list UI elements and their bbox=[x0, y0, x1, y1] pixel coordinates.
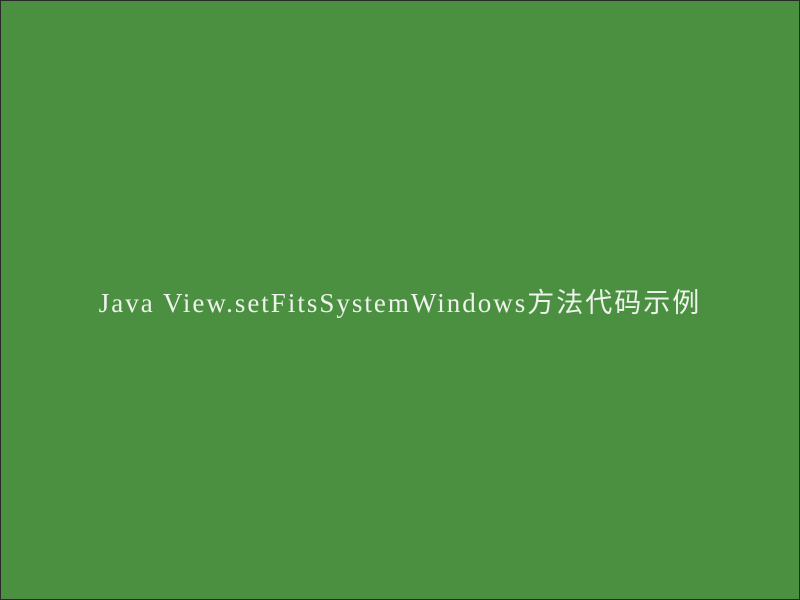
slide-title: Java View.setFitsSystemWindows方法代码示例 bbox=[99, 281, 702, 320]
slide-canvas: Java View.setFitsSystemWindows方法代码示例 bbox=[0, 0, 800, 600]
